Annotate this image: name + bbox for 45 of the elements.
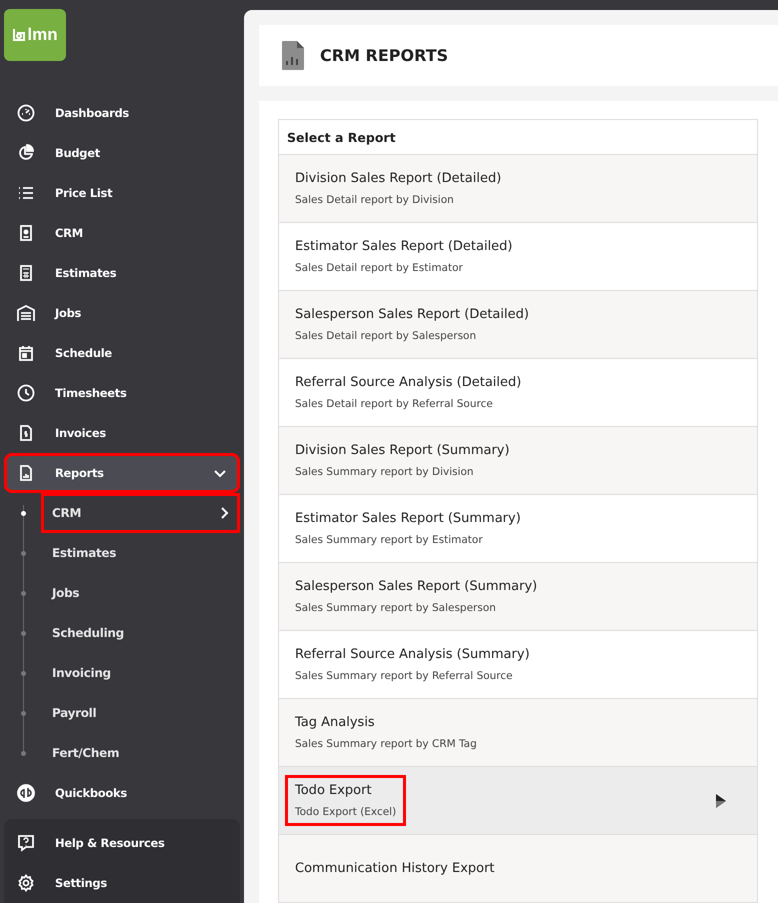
subnav-item[interactable]: Invoicing	[41, 653, 240, 693]
clock-icon	[17, 384, 35, 402]
nav-item[interactable]: Timesheets	[4, 373, 240, 413]
nav-item[interactable]: Dashboards	[4, 93, 240, 133]
nav-item[interactable]: Estimates	[4, 253, 240, 293]
calendar-icon	[17, 344, 35, 362]
report-file-icon	[282, 41, 304, 70]
subnav-item[interactable]: Estimates	[41, 533, 240, 573]
report-row[interactable]: Tag Analysis Sales Summary report by CRM Tag	[279, 699, 757, 767]
pie-chart-icon	[17, 144, 35, 162]
subnav-item[interactable]: CRM	[41, 493, 240, 533]
subnav-item[interactable]: Payroll	[41, 693, 240, 733]
subnav-item[interactable]: Scheduling	[41, 613, 240, 653]
page-title: CRM REPORTS	[320, 46, 448, 65]
nav-item[interactable]: Jobs	[4, 293, 240, 333]
nav-item[interactable]: CRM	[4, 213, 240, 253]
help-icon	[17, 834, 35, 852]
mouse-pointer-icon	[715, 792, 727, 808]
report-row[interactable]: Salesperson Sales Report (Summary) Sales Summary report by Salesperson	[279, 563, 757, 631]
nav-item[interactable]: Help & Resources	[4, 823, 240, 863]
calculator-icon	[17, 264, 35, 282]
nav-item[interactable]: Budget	[4, 133, 240, 173]
gauge-icon	[17, 104, 35, 122]
nav-item[interactable]: Settings	[4, 863, 240, 903]
logo-text: lmn	[27, 25, 58, 45]
report-row[interactable]: Division Sales Report (Detailed) Sales Detail report by Division	[279, 155, 757, 223]
logo-icon	[12, 28, 26, 42]
invoice-icon	[17, 424, 35, 442]
report-file-icon	[17, 464, 35, 482]
id-card-icon	[17, 224, 35, 242]
report-row[interactable]: Division Sales Report (Summary) Sales Summary report by Division	[279, 427, 757, 495]
subnav-item[interactable]: Jobs	[41, 573, 240, 613]
report-row[interactable]: Salesperson Sales Report (Detailed) Sales Detail report by Salesperson	[279, 291, 757, 359]
qb-logo-icon	[17, 784, 35, 802]
nav-item[interactable]: Price List	[4, 173, 240, 213]
nav-item[interactable]: Reports	[4, 453, 240, 493]
nav-item[interactable]: Schedule	[4, 333, 240, 373]
report-row[interactable]: Communication History Export	[279, 835, 757, 903]
settings-icon	[17, 874, 35, 892]
nav-item[interactable]: Invoices	[4, 413, 240, 453]
report-row[interactable]: Todo Export Todo Export (Excel)	[279, 767, 757, 835]
garage-icon	[17, 304, 35, 322]
list-icon	[17, 184, 35, 202]
subnav-item[interactable]: Fert/Chem	[41, 733, 240, 773]
nav-item[interactable]: Quickbooks	[4, 773, 240, 813]
